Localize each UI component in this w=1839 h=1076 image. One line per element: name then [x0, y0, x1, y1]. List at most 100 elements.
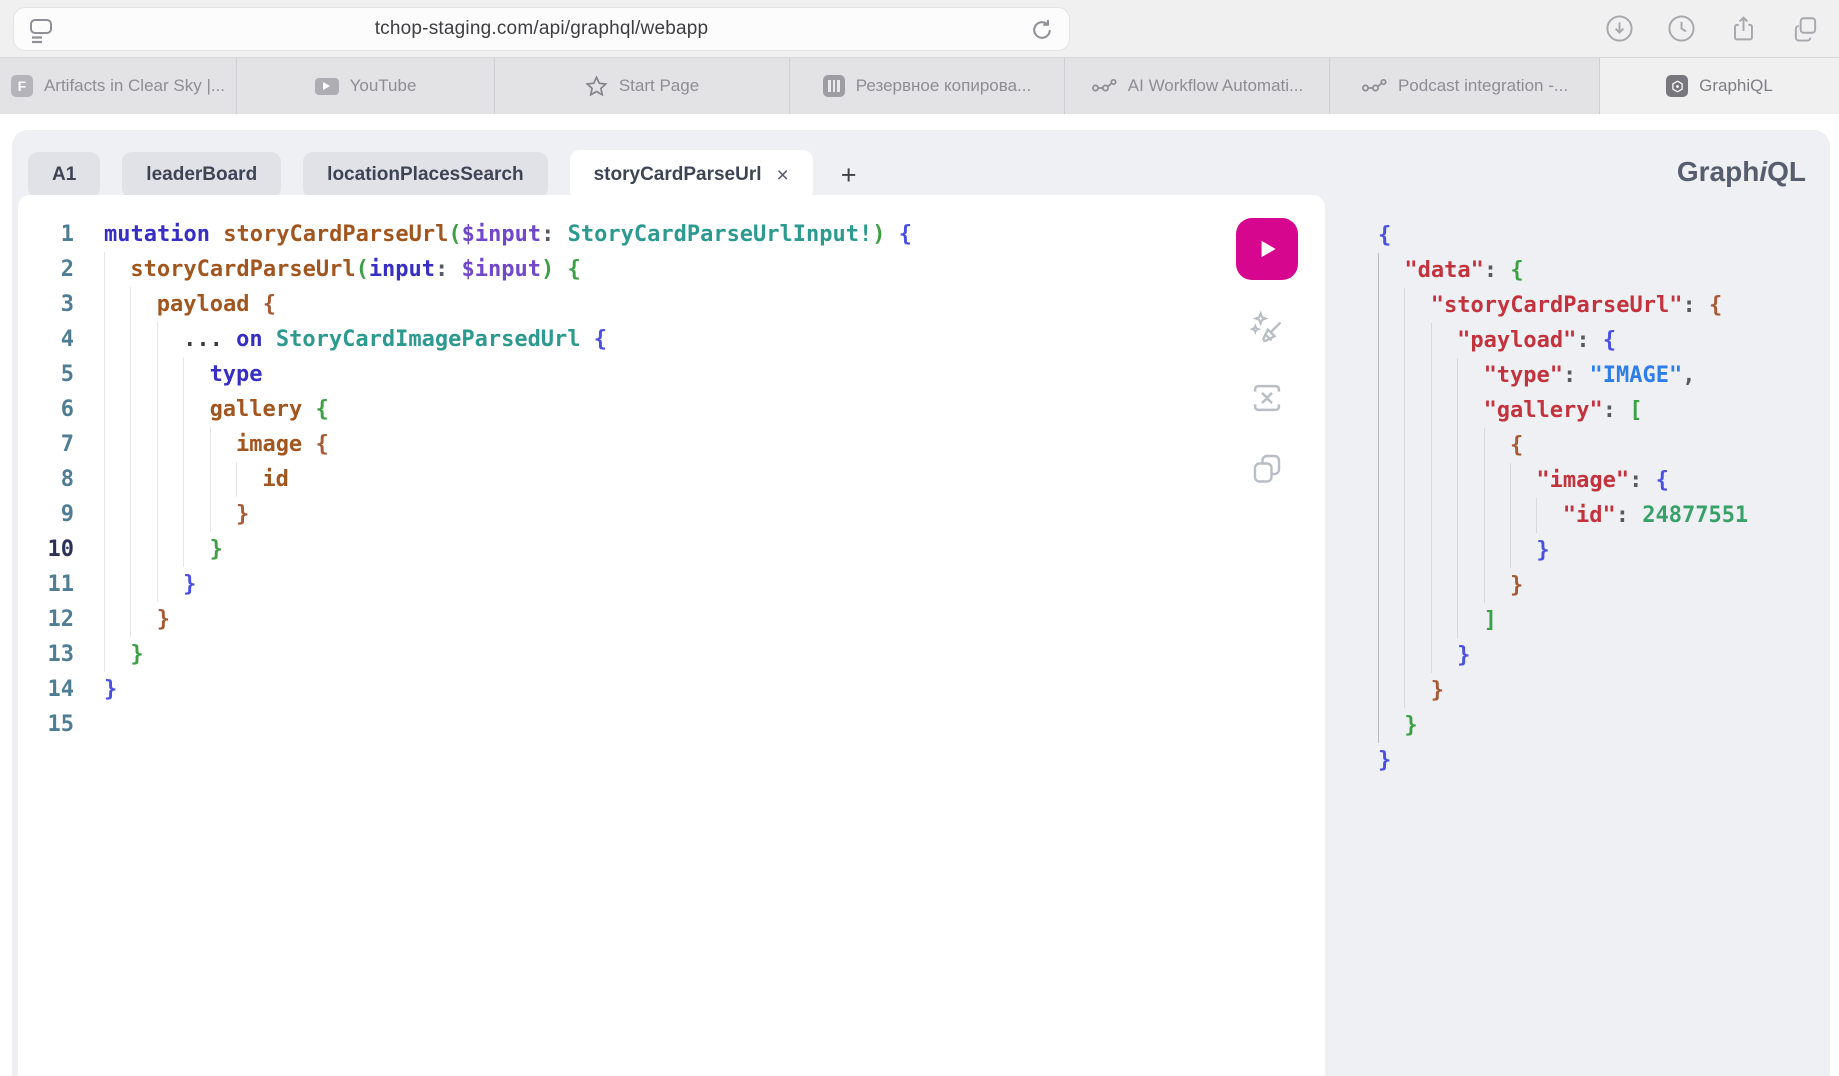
download-icon[interactable]	[1603, 12, 1635, 44]
code-token: :	[1576, 328, 1603, 353]
indent-guide	[1378, 533, 1404, 568]
code-line[interactable]: 15	[18, 707, 1215, 742]
code-token: (	[448, 222, 461, 247]
indent-guide	[210, 462, 236, 497]
browser-tab[interactable]: YouTube	[237, 58, 495, 114]
response-line: {	[1378, 218, 1748, 253]
code-line[interactable]: 5type	[18, 357, 1215, 392]
indent-guide	[1510, 463, 1536, 498]
graphiql-tab-locationPlacesSearch[interactable]: locationPlacesSearch	[303, 152, 547, 198]
indent-guide	[104, 602, 130, 637]
nodes-icon	[1091, 77, 1117, 95]
code-token: }	[1510, 573, 1523, 598]
star-icon	[585, 75, 608, 98]
indent-guide	[157, 497, 183, 532]
indent-guide	[1404, 603, 1430, 638]
indent-guide	[104, 392, 130, 427]
prettify-button[interactable]	[1245, 306, 1289, 350]
browser-tab[interactable]: GraphiQL	[1600, 58, 1839, 114]
browser-tab[interactable]: Start Page	[495, 58, 790, 114]
indent-guide	[1431, 393, 1457, 428]
code-line[interactable]: 12}	[18, 602, 1215, 637]
code-token: ,	[1682, 363, 1695, 388]
indent-guide	[157, 392, 183, 427]
indent-guide	[1431, 533, 1457, 568]
code-line[interactable]: 13}	[18, 637, 1215, 672]
code-line[interactable]: 9}	[18, 497, 1215, 532]
code-line[interactable]: 1mutation storyCardParseUrl($input: Stor…	[18, 217, 1215, 252]
stripes-icon	[823, 75, 845, 97]
indent-guide	[1378, 323, 1404, 358]
youtube-icon	[315, 78, 339, 95]
graphiql-tab-label: A1	[52, 164, 76, 186]
browser-tab-label: Start Page	[619, 76, 699, 96]
code-token: {	[899, 222, 912, 247]
line-number: 5	[18, 357, 74, 392]
graphiql-tab-leaderBoard[interactable]: leaderBoard	[122, 152, 281, 198]
code-token: }	[1457, 643, 1470, 668]
code-token: {	[1656, 468, 1669, 493]
graphiql-tab-label: storyCardParseUrl	[594, 164, 762, 186]
response-line: }	[1378, 743, 1748, 778]
graphiql-tab-A1[interactable]: A1	[28, 152, 100, 198]
code-line[interactable]: 6gallery {	[18, 392, 1215, 427]
url-text[interactable]: tchop-staging.com/api/graphql/webapp	[14, 8, 1069, 50]
query-editor[interactable]: 1mutation storyCardParseUrl($input: Stor…	[18, 217, 1215, 742]
response-line: }	[1378, 568, 1748, 603]
address-bar[interactable]: tchop-staging.com/api/graphql/webapp	[13, 7, 1070, 51]
response-line: }	[1378, 638, 1748, 673]
indent-guide	[1431, 358, 1457, 393]
code-line[interactable]: 10}	[18, 532, 1215, 567]
browser-tab[interactable]: FArtifacts in Clear Sky |...	[0, 58, 237, 114]
indent-guide	[130, 462, 156, 497]
browser-tab[interactable]: AI Workflow Automati...	[1065, 58, 1330, 114]
indent-guide	[130, 567, 156, 602]
browser-tab[interactable]: Podcast integration -...	[1330, 58, 1600, 114]
graphiql-tab-label: locationPlacesSearch	[327, 164, 523, 186]
indent-guide	[1431, 603, 1457, 638]
editor-toolbar	[1235, 218, 1299, 490]
history-icon[interactable]	[1665, 12, 1697, 44]
logo-ql: QL	[1767, 156, 1806, 187]
panel-divider[interactable]	[1325, 195, 1339, 1076]
code-token: "id"	[1563, 503, 1616, 528]
code-line[interactable]: 14}	[18, 672, 1215, 707]
tabs-icon[interactable]	[1789, 12, 1821, 44]
indent-guide	[1404, 638, 1430, 673]
indent-guide	[1404, 358, 1430, 393]
execute-button[interactable]	[1236, 218, 1298, 280]
logo-graph: Graph	[1677, 156, 1759, 187]
response-line: {	[1378, 428, 1748, 463]
code-line[interactable]: 7image {	[18, 427, 1215, 462]
code-line[interactable]: 8id	[18, 462, 1215, 497]
code-token: {	[1510, 433, 1523, 458]
graphiql-tab-storyCardParseUrl[interactable]: storyCardParseUrl ×	[570, 150, 813, 200]
line-number: 15	[18, 707, 74, 742]
copy-button[interactable]	[1245, 446, 1289, 490]
code-token: StoryCardParseUrlInput!	[568, 222, 873, 247]
code-line[interactable]: 11}	[18, 567, 1215, 602]
browser-tab-label: Резервное копирова...	[856, 76, 1031, 96]
share-icon[interactable]	[1727, 12, 1759, 44]
code-line[interactable]: 2storyCardParseUrl(input: $input) {	[18, 252, 1215, 287]
close-tab-icon[interactable]: ×	[777, 165, 789, 186]
code-token: "image"	[1536, 468, 1629, 493]
code-token: :	[1484, 258, 1511, 283]
merge-button[interactable]	[1245, 376, 1289, 420]
add-tab-button[interactable]: +	[841, 160, 857, 191]
response-line: ]	[1378, 603, 1748, 638]
indent-guide	[1378, 603, 1404, 638]
graphiql-logo: GraphiQL	[1677, 156, 1806, 188]
code-line[interactable]: 4... on StoryCardImageParsedUrl {	[18, 322, 1215, 357]
response-line: }	[1378, 708, 1748, 743]
browser-chrome: tchop-staging.com/api/graphql/webapp	[0, 0, 1839, 57]
code-line[interactable]: 3payload {	[18, 287, 1215, 322]
browser-tab[interactable]: Резервное копирова...	[790, 58, 1065, 114]
code-token: :	[1629, 468, 1656, 493]
reload-icon[interactable]	[1029, 17, 1055, 43]
line-number: 6	[18, 392, 74, 427]
prettify-icon	[1248, 309, 1286, 347]
indent-guide	[130, 287, 156, 322]
code-token: }	[1378, 748, 1391, 773]
chrome-actions	[1603, 12, 1821, 44]
